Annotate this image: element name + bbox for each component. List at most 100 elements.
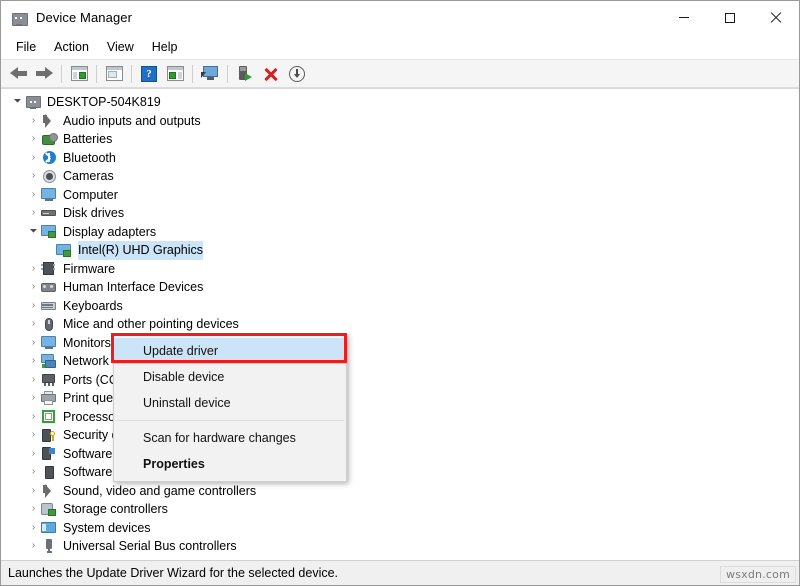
context-menu-item-disable-device[interactable]: Disable device bbox=[114, 364, 346, 390]
show-hide-console-tree-icon[interactable] bbox=[66, 62, 92, 85]
software-component-icon bbox=[40, 446, 58, 461]
chevron-right-icon[interactable]: › bbox=[27, 485, 40, 496]
context-menu: Update driver Disable device Uninstall d… bbox=[113, 334, 347, 482]
tree-item-computer[interactable]: › Computer bbox=[1, 186, 799, 205]
tree-item-audio[interactable]: › Audio inputs and outputs bbox=[1, 112, 799, 131]
tree-item-intel-uhd-graphics[interactable]: Intel(R) UHD Graphics bbox=[1, 241, 799, 260]
chevron-right-icon[interactable]: › bbox=[27, 504, 40, 514]
chevron-right-icon[interactable]: › bbox=[27, 282, 40, 292]
tree-item-batteries[interactable]: › Batteries bbox=[1, 130, 799, 149]
enable-device-icon[interactable] bbox=[232, 62, 258, 85]
chevron-right-icon[interactable]: › bbox=[27, 374, 40, 385]
context-menu-item-scan-hardware-changes[interactable]: Scan for hardware changes bbox=[114, 425, 346, 451]
keyboard-icon bbox=[40, 298, 58, 313]
toolbar-separator bbox=[192, 64, 193, 83]
tree-item-cameras[interactable]: › Cameras bbox=[1, 167, 799, 186]
bluetooth-icon bbox=[40, 150, 58, 165]
chevron-right-icon[interactable]: › bbox=[27, 263, 40, 274]
tree-item-storage-controllers[interactable]: › Storage controllers bbox=[1, 500, 799, 519]
menu-bar: File Action View Help bbox=[1, 35, 799, 60]
back-arrow-icon[interactable] bbox=[5, 62, 31, 85]
tree-item-hid[interactable]: › Human Interface Devices bbox=[1, 278, 799, 297]
chevron-right-icon[interactable]: › bbox=[27, 522, 40, 533]
printer-icon bbox=[40, 390, 58, 406]
device-tree-panel: ⏷ DESKTOP-504K819 › Audio inputs and out… bbox=[1, 88, 799, 560]
tree-item-firmware[interactable]: › Firmware bbox=[1, 260, 799, 279]
scan-hardware-changes-icon[interactable] bbox=[197, 62, 223, 85]
chevron-right-icon[interactable]: › bbox=[27, 448, 40, 459]
uninstall-device-icon[interactable] bbox=[258, 62, 284, 85]
device-manager-icon bbox=[10, 9, 28, 27]
tree-item-label: Bluetooth bbox=[63, 150, 116, 165]
security-device-icon bbox=[40, 428, 58, 443]
status-bar-text: Launches the Update Driver Wizard for th… bbox=[8, 566, 339, 580]
chevron-down-icon[interactable]: ⏷ bbox=[11, 97, 24, 107]
display-adapter-icon bbox=[55, 243, 73, 258]
network-adapter-icon bbox=[40, 353, 58, 369]
help-icon[interactable]: ? bbox=[136, 62, 162, 85]
disk-drive-icon bbox=[40, 206, 58, 221]
chevron-right-icon[interactable]: › bbox=[27, 134, 40, 144]
computer-icon bbox=[40, 187, 58, 202]
tree-item-label: Keyboards bbox=[63, 298, 123, 313]
update-driver-icon[interactable] bbox=[162, 62, 188, 85]
context-menu-item-uninstall-device[interactable]: Uninstall device bbox=[114, 390, 346, 416]
watermark: wsxdn.com bbox=[720, 566, 796, 583]
context-menu-item-update-driver[interactable]: Update driver bbox=[114, 338, 346, 364]
context-menu-separator bbox=[116, 420, 344, 421]
chevron-right-icon[interactable]: › bbox=[27, 430, 40, 440]
port-icon bbox=[40, 372, 58, 387]
close-button[interactable] bbox=[753, 1, 799, 34]
menu-help[interactable]: Help bbox=[143, 37, 187, 57]
chevron-right-icon[interactable]: › bbox=[27, 319, 40, 329]
tree-item-label: Disk drives bbox=[63, 206, 125, 220]
tree-item-usb-controllers[interactable]: › Universal Serial Bus controllers bbox=[1, 537, 799, 556]
menu-file[interactable]: File bbox=[7, 37, 45, 57]
chevron-right-icon[interactable]: › bbox=[27, 152, 40, 163]
chevron-right-icon[interactable]: › bbox=[27, 393, 40, 403]
tree-item-label: Display adapters bbox=[63, 224, 157, 239]
chevron-right-icon[interactable]: › bbox=[27, 171, 40, 181]
tree-item-label: Firmware bbox=[63, 261, 116, 276]
chevron-right-icon[interactable]: › bbox=[27, 300, 40, 311]
tree-item-bluetooth[interactable]: › Bluetooth bbox=[1, 149, 799, 168]
chevron-right-icon[interactable]: › bbox=[27, 208, 40, 218]
chevron-down-icon[interactable]: ⏷ bbox=[27, 226, 40, 237]
tree-item-mice[interactable]: › Mice and other pointing devices bbox=[1, 315, 799, 334]
chevron-right-icon[interactable]: › bbox=[27, 541, 40, 551]
maximize-button[interactable] bbox=[707, 1, 753, 34]
disable-device-icon[interactable] bbox=[284, 62, 310, 85]
toolbar-separator bbox=[96, 64, 97, 83]
chevron-right-icon[interactable]: › bbox=[27, 467, 40, 477]
tree-root[interactable]: ⏷ DESKTOP-504K819 bbox=[1, 93, 799, 112]
status-bar: Launches the Update Driver Wizard for th… bbox=[1, 560, 799, 585]
chevron-right-icon[interactable]: › bbox=[27, 189, 40, 200]
chevron-right-icon[interactable]: › bbox=[27, 115, 40, 126]
tree-item-label: System devices bbox=[63, 520, 151, 535]
selected-device-label: Intel(R) UHD Graphics bbox=[78, 241, 204, 260]
menu-action[interactable]: Action bbox=[45, 37, 98, 57]
minimize-button[interactable] bbox=[661, 1, 707, 34]
display-adapter-icon bbox=[40, 224, 58, 239]
firmware-icon bbox=[40, 261, 58, 276]
window-title: Device Manager bbox=[36, 10, 133, 25]
processor-icon bbox=[40, 409, 58, 424]
toolbar-separator bbox=[61, 64, 62, 83]
properties-icon[interactable] bbox=[101, 62, 127, 85]
tree-item-display-adapters[interactable]: ⏷ Display adapters bbox=[1, 223, 799, 242]
tree-item-system-devices[interactable]: › System devices bbox=[1, 519, 799, 538]
tree-item-sound-video-game[interactable]: › Sound, video and game controllers bbox=[1, 482, 799, 501]
toolbar: ? bbox=[1, 60, 799, 88]
chevron-right-icon[interactable]: › bbox=[27, 356, 40, 366]
speaker-icon bbox=[40, 483, 58, 499]
tree-item-keyboards[interactable]: › Keyboards bbox=[1, 297, 799, 316]
tree-item-disk-drives[interactable]: › Disk drives bbox=[1, 204, 799, 223]
chevron-right-icon[interactable]: › bbox=[27, 337, 40, 348]
chevron-right-icon[interactable]: › bbox=[27, 411, 40, 422]
context-menu-item-properties[interactable]: Properties bbox=[114, 451, 346, 477]
menu-view[interactable]: View bbox=[98, 37, 143, 57]
title-bar: Device Manager bbox=[1, 1, 799, 35]
tree-item-label: Universal Serial Bus controllers bbox=[63, 539, 237, 553]
forward-arrow-icon[interactable] bbox=[31, 62, 57, 85]
tree-root-label: DESKTOP-504K819 bbox=[47, 95, 161, 109]
